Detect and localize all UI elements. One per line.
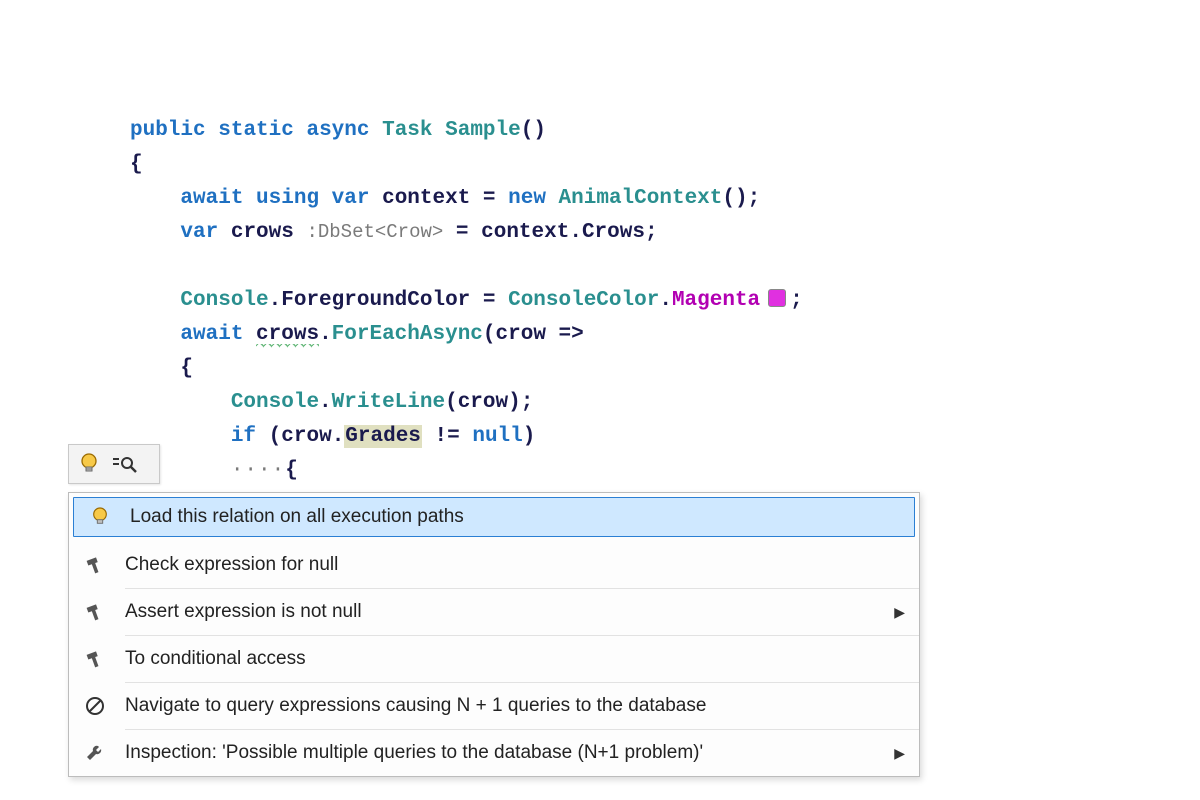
keyword-await: await: [180, 187, 243, 210]
keyword-public: public: [130, 119, 206, 142]
keyword-async: async: [306, 119, 369, 142]
code-text: ;: [748, 187, 761, 210]
code-editor[interactable]: public static async Task Sample() { awai…: [130, 80, 803, 522]
chevron-right-icon: ▶: [894, 745, 905, 762]
type-console: Console: [180, 289, 268, 312]
method-sample: Sample: [445, 119, 521, 142]
code-text: (: [269, 425, 282, 448]
popup-item-label: Load this relation on all execution path…: [130, 506, 900, 528]
chevron-right-icon: ▶: [894, 604, 905, 621]
keyword-if: if: [231, 425, 256, 448]
var-crows: crows: [231, 221, 294, 244]
code-text: .: [569, 221, 582, 244]
indent-guide-dots: ····: [231, 459, 285, 482]
var-crows-warn[interactable]: crows: [256, 323, 319, 348]
method-writeline: WriteLine: [332, 391, 445, 414]
quick-actions-toolbar[interactable]: [68, 444, 160, 484]
code-text: .: [319, 391, 332, 414]
popup-item-label: Inspection: 'Possible multiple queries t…: [125, 742, 880, 764]
keyword-static: static: [218, 119, 294, 142]
popup-item-conditional-access[interactable]: To conditional access: [125, 635, 919, 682]
type-task: Task: [382, 119, 432, 142]
code-text: .: [269, 289, 282, 312]
hammer-icon: [79, 555, 111, 575]
popup-item-navigate-nplus1[interactable]: Navigate to query expressions causing N …: [125, 682, 919, 729]
code-text: (: [483, 323, 496, 346]
popup-item-load-relation[interactable]: Load this relation on all execution path…: [73, 497, 915, 537]
prop-crows: Crows: [582, 221, 645, 244]
code-text: .: [332, 425, 345, 448]
keyword-var: var: [180, 221, 218, 244]
code-text: =>: [546, 323, 584, 346]
code-text: =: [443, 221, 481, 244]
popup-item-inspection[interactable]: Inspection: 'Possible multiple queries t…: [125, 729, 919, 776]
code-text: ;: [645, 221, 658, 244]
lightbulb-icon: [84, 507, 116, 527]
navigate-icon: [79, 696, 111, 716]
code-text: ): [508, 391, 521, 414]
code-text: .: [319, 323, 332, 346]
code-text: .: [659, 289, 672, 312]
type-console: Console: [231, 391, 319, 414]
var-crow: crow: [281, 425, 331, 448]
keyword-var: var: [332, 187, 370, 210]
code-text: ;: [790, 289, 803, 312]
brace-open: {: [130, 153, 143, 176]
prop-grades-highlight[interactable]: Grades: [344, 425, 422, 448]
color-swatch-icon: [768, 289, 786, 307]
quick-actions-popup: Load this relation on all execution path…: [68, 492, 920, 777]
hammer-icon: [79, 602, 111, 622]
code-text: ): [523, 425, 536, 448]
popup-item-check-null[interactable]: Check expression for null: [125, 541, 919, 588]
code-text: !=: [422, 425, 472, 448]
param-crow: crow: [496, 323, 546, 346]
keyword-await: await: [180, 323, 243, 346]
keyword-null: null: [472, 425, 522, 448]
code-text: =: [470, 289, 508, 312]
popup-item-label: Navigate to query expressions causing N …: [125, 695, 905, 717]
inspect-icon[interactable]: [113, 454, 137, 474]
method-foreachasync: ForEachAsync: [332, 323, 483, 346]
popup-item-label: Check expression for null: [125, 554, 905, 576]
type-animalcontext: AnimalContext: [559, 187, 723, 210]
brace-open: {: [180, 357, 193, 380]
code-text: ;: [521, 391, 534, 414]
code-text: (): [722, 187, 747, 210]
popup-item-assert-notnull[interactable]: Assert expression is not null ▶: [125, 588, 919, 635]
var-crow: crow: [458, 391, 508, 414]
lightbulb-icon[interactable]: [79, 453, 99, 475]
keyword-new: new: [508, 187, 546, 210]
popup-item-label: Assert expression is not null: [125, 601, 880, 623]
type-consolecolor: ConsoleColor: [508, 289, 659, 312]
prop-foreground: ForegroundColor: [281, 289, 470, 312]
popup-item-label: To conditional access: [125, 648, 905, 670]
var-context: context: [382, 187, 470, 210]
code-text: (): [521, 119, 546, 142]
keyword-using: using: [256, 187, 319, 210]
enum-magenta: Magenta: [672, 289, 760, 312]
code-text: =: [470, 187, 508, 210]
hammer-icon: [79, 649, 111, 669]
inlay-hint: :DbSet<Crow>: [306, 221, 443, 243]
code-text: (: [445, 391, 458, 414]
wrench-icon: [79, 743, 111, 763]
brace-open: {: [285, 459, 298, 482]
var-context: context: [481, 221, 569, 244]
